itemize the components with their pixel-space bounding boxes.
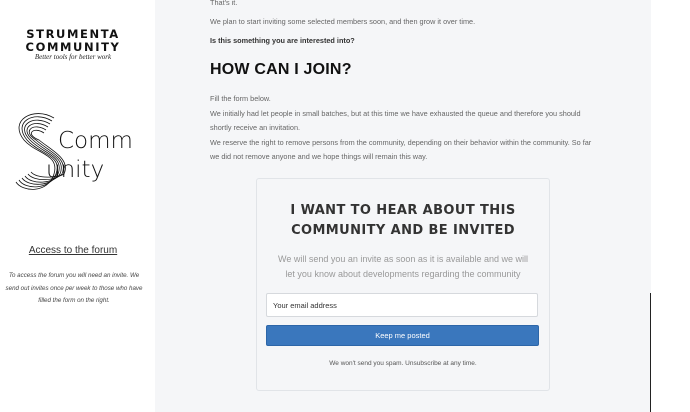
join-text-line: We initially had let people in small bat… [210,108,581,133]
brand-tagline: Better tools for better work [34,53,112,61]
paragraph-question: Is this something you are interested int… [210,36,355,45]
email-field[interactable] [266,293,538,317]
join-description: Fill the form below. We initially had le… [210,92,602,165]
join-text-line: We reserve the right to remove persons f… [210,137,592,162]
join-text-line: Fill the form below. [210,94,271,103]
sidebar: STRUMENTA COMMUNITY Better tools for bet… [0,0,155,412]
invite-form: I WANT TO HEAR ABOUT THIS COMMUNITY AND … [256,178,550,391]
form-subheading: We will send you an invite as soon as it… [278,254,528,279]
logo-text-bottom: unity [46,157,104,183]
right-gutter [651,0,690,412]
forum-access-link[interactable]: Access to the forum [0,245,146,256]
community-logo: Comm unity [15,113,133,190]
logo-text-top: Comm [58,128,133,154]
keep-me-posted-button[interactable]: Keep me posted [266,325,539,346]
paragraph-thats-it: That's it. [210,0,238,7]
join-heading: HOW CAN I JOIN? [210,61,352,78]
main-content: That's it. We plan to start inviting som… [155,0,651,412]
form-heading: I WANT TO HEAR ABOUT THIS COMMUNITY AND … [290,203,516,238]
paragraph-plan: We plan to start inviting some selected … [210,17,476,26]
brand-name[interactable]: STRUMENTA COMMUNITY [0,28,146,54]
forum-access-note: To access the forum you will need an inv… [5,272,143,304]
scrollbar[interactable] [650,293,651,412]
spam-note: We won't send you spam. Unsubscribe at a… [329,360,477,367]
